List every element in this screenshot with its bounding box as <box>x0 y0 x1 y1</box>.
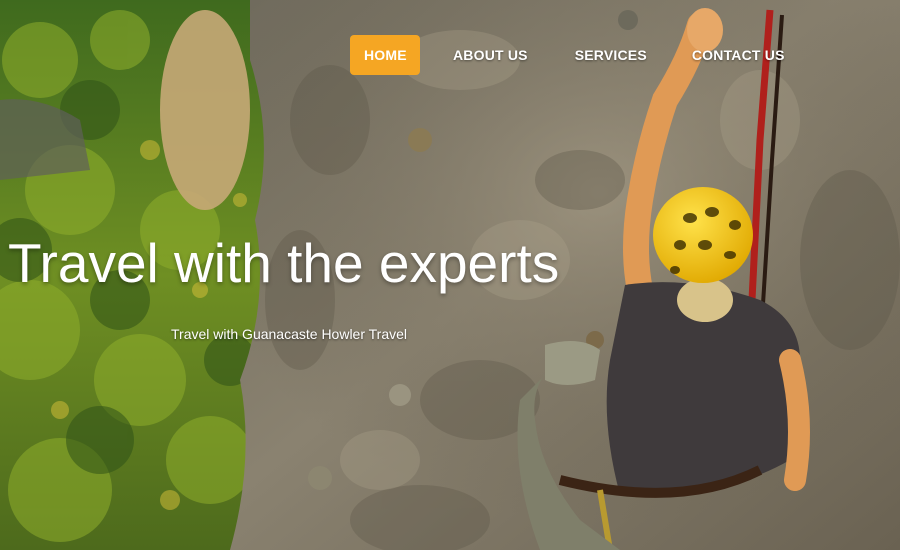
hero-title: Travel with the experts <box>8 232 560 294</box>
hero-subtitle: Travel with Guanacaste Howler Travel <box>171 326 408 342</box>
nav-item-about-us[interactable]: ABOUT US <box>439 35 542 75</box>
main-navigation: HOME ABOUT US SERVICES CONTACT US <box>350 35 799 75</box>
hero-section: HOME ABOUT US SERVICES CONTACT US Travel… <box>0 0 900 550</box>
nav-item-contact-us[interactable]: CONTACT US <box>678 35 799 75</box>
nav-item-services[interactable]: SERVICES <box>561 35 661 75</box>
nav-item-home[interactable]: HOME <box>350 35 420 75</box>
